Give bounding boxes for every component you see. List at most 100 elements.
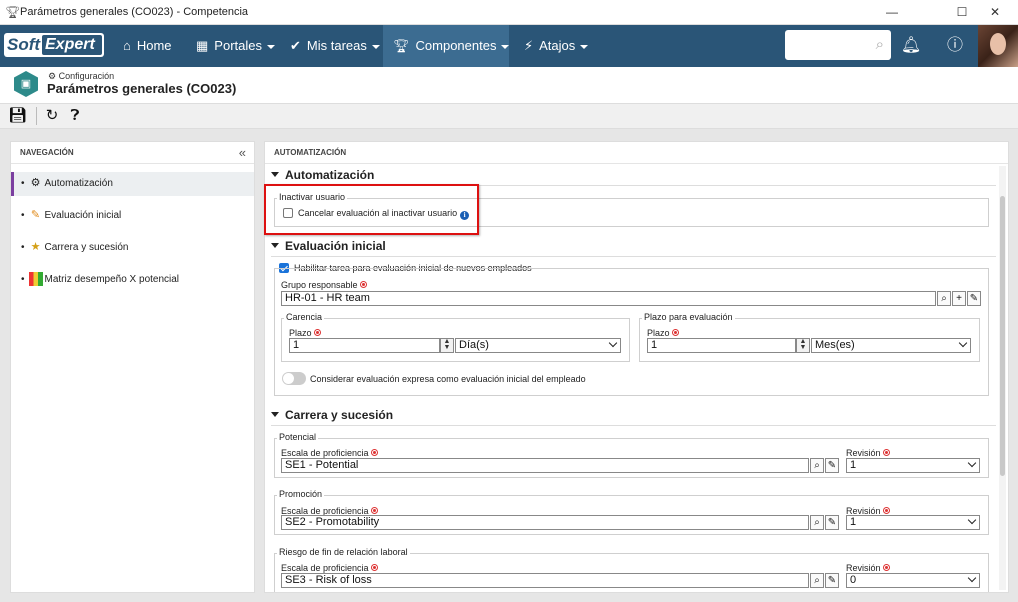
promocion-scale-field[interactable]: SE2 - Promotability [281,515,809,530]
group-legend: Plazo para evaluación [642,312,735,322]
search-icon[interactable]: ⌕ [810,573,824,588]
section-evaluacion-inicial[interactable]: Evaluación inicial [271,239,386,257]
clear-icon[interactable]: ✎ [825,515,839,530]
search-icon[interactable]: ⌕ [810,458,824,473]
scale-label: Escala de proficiencia [281,448,378,458]
chevron-down-icon [267,44,275,49]
group-legend: Carencia [284,312,325,322]
nav-componentes-label: Componentes [415,38,497,53]
required-icon [313,329,321,336]
responsible-group-field[interactable]: HR-01 - HR team [281,291,936,306]
clear-icon[interactable]: ✎ [825,458,839,473]
close-button[interactable]: ✕ [972,0,1018,25]
clear-icon[interactable]: ✎ [967,291,981,306]
chevron-down-icon [967,458,977,468]
nav-atajos-label: Atajos [539,38,576,53]
chevron-down-icon [371,44,380,49]
required-icon [671,329,679,336]
help-icon[interactable]: ⓘ [944,35,966,57]
help-icon[interactable]: ❓︎ [66,107,84,125]
settings-panel: AUTOMATIZACIÓN Automatización Inactivar … [264,141,1009,593]
search-icon[interactable]: ⌕ [937,291,951,306]
nav-componentes[interactable]: 🏆︎ Componentes [383,25,510,67]
panel-title: AUTOMATIZACIÓN [265,142,1008,164]
nav-home[interactable]: ⌂ Home [113,25,182,67]
softexpert-logo[interactable]: Soft Expert [4,33,104,57]
carencia-unit-select[interactable]: Día(s) [455,338,621,353]
express-evaluation-toggle[interactable] [282,372,306,385]
chevron-down-icon [967,515,977,525]
carencia-spinner[interactable]: ▲ ▼ [440,338,454,353]
required-icon [882,449,890,456]
nav-item-evaluacion-inicial[interactable]: • ✎ Evaluación inicial [11,204,254,228]
cancel-evaluation-label: Cancelar evaluación al inactivar usuario… [298,208,470,220]
matrix-icon: ■ [28,272,43,287]
plazo-eval-field[interactable]: 1 [647,338,796,353]
group-legend: Promoción [277,489,325,499]
plazo-eval-unit-select[interactable]: Mes(es) [811,338,971,353]
search-icon[interactable]: ⌕ [876,36,884,53]
content-area: NAVEGACIÓN « • ⚙ Automatización • ✎ Evaluaci… [0,129,1018,602]
revision-label: Revisión [846,448,890,458]
riesgo-scale-field[interactable]: SE3 - Risk of loss [281,573,809,588]
navigation-title: NAVEGACIÓN [11,142,254,164]
home-icon: ⌂ [123,38,131,53]
collapse-triangle-icon [271,412,279,418]
carencia-plazo-label: Plazo [289,328,321,338]
cancel-evaluation-checkbox[interactable] [283,208,293,218]
info-icon[interactable]: i [460,211,470,220]
nav-mis-tareas[interactable]: ✔ Mis tareas [280,25,390,67]
nav-item-carrera-sucesion[interactable]: • ★ Carrera y sucesión [11,236,254,260]
required-icon [370,564,378,571]
logo-expert-text: Expert [42,35,102,55]
bell-icon[interactable]: 🔔︎ [900,35,922,57]
chevron-down-icon [958,338,968,348]
minimize-button[interactable]: — [869,0,915,25]
nav-portales-label: Portales [214,38,262,53]
chevron-down-icon [501,44,510,49]
riesgo-revision-select[interactable]: 0 [846,573,980,588]
trophy-icon: 🏆︎ [393,38,410,53]
group-legend: Potencial [277,432,319,442]
bolt-icon: ⚡︎ [524,38,534,53]
nav-atajos[interactable]: ⚡︎ Atajos [514,25,598,67]
career-icon: ★ [30,241,41,254]
clear-icon[interactable]: ✎ [825,573,839,588]
nav-item-label: Evaluación inicial [44,210,122,221]
promocion-revision-select[interactable]: 1 [846,515,980,530]
scale-label: Escala de proficiencia [281,563,378,573]
potencial-revision-select[interactable]: 1 [846,458,980,473]
page-title: Parámetros generales (CO023) [47,81,237,96]
plazo-eval-label: Plazo [647,328,679,338]
save-icon[interactable]: 💾︎ [8,107,27,125]
chevron-down-icon [967,573,977,583]
group-legend: Riesgo de fin de relación laboral [277,547,410,557]
section-title: Evaluación inicial [285,239,386,253]
collapse-icon[interactable]: « [239,146,246,159]
add-icon[interactable]: + [952,291,966,306]
nav-portales[interactable]: ▦ Portales [186,25,285,67]
window-title: Parámetros generales (CO023) - Competenc… [20,6,249,18]
section-carrera-sucesion[interactable]: Carrera y sucesión [271,408,393,426]
top-navigation: Soft Expert ⌂ Home ▦ Portales ✔ Mis tareas … [0,25,1018,67]
collapse-triangle-icon [271,172,279,178]
collapse-triangle-icon [271,243,279,249]
refresh-icon[interactable]: ↻ [43,107,61,125]
section-title: Automatización [285,168,375,182]
carencia-plazo-field[interactable]: 1 [289,338,440,353]
plazo-eval-spinner[interactable]: ▲ ▼ [796,338,810,353]
section-automatizacion[interactable]: Automatización [271,168,374,186]
vertical-scrollbar[interactable] [999,166,1006,590]
responsible-group-label: Grupo responsable [281,280,367,290]
search-icon[interactable]: ⌕ [810,515,824,530]
group-legend: Inactivar usuario [277,192,348,202]
search-input[interactable]: ⌕ [785,30,891,60]
required-icon [370,507,378,514]
nav-mis-tareas-label: Mis tareas [306,38,367,53]
required-icon [370,449,378,456]
avatar[interactable] [978,25,1018,67]
nav-item-automatizacion[interactable]: • ⚙ Automatización [11,172,254,196]
potencial-scale-field[interactable]: SE1 - Potential [281,458,809,473]
express-evaluation-label: Considerar evaluación expresa como evalu… [310,374,586,384]
nav-item-matriz[interactable]: •■Matriz desempeño X potencial [11,268,254,292]
